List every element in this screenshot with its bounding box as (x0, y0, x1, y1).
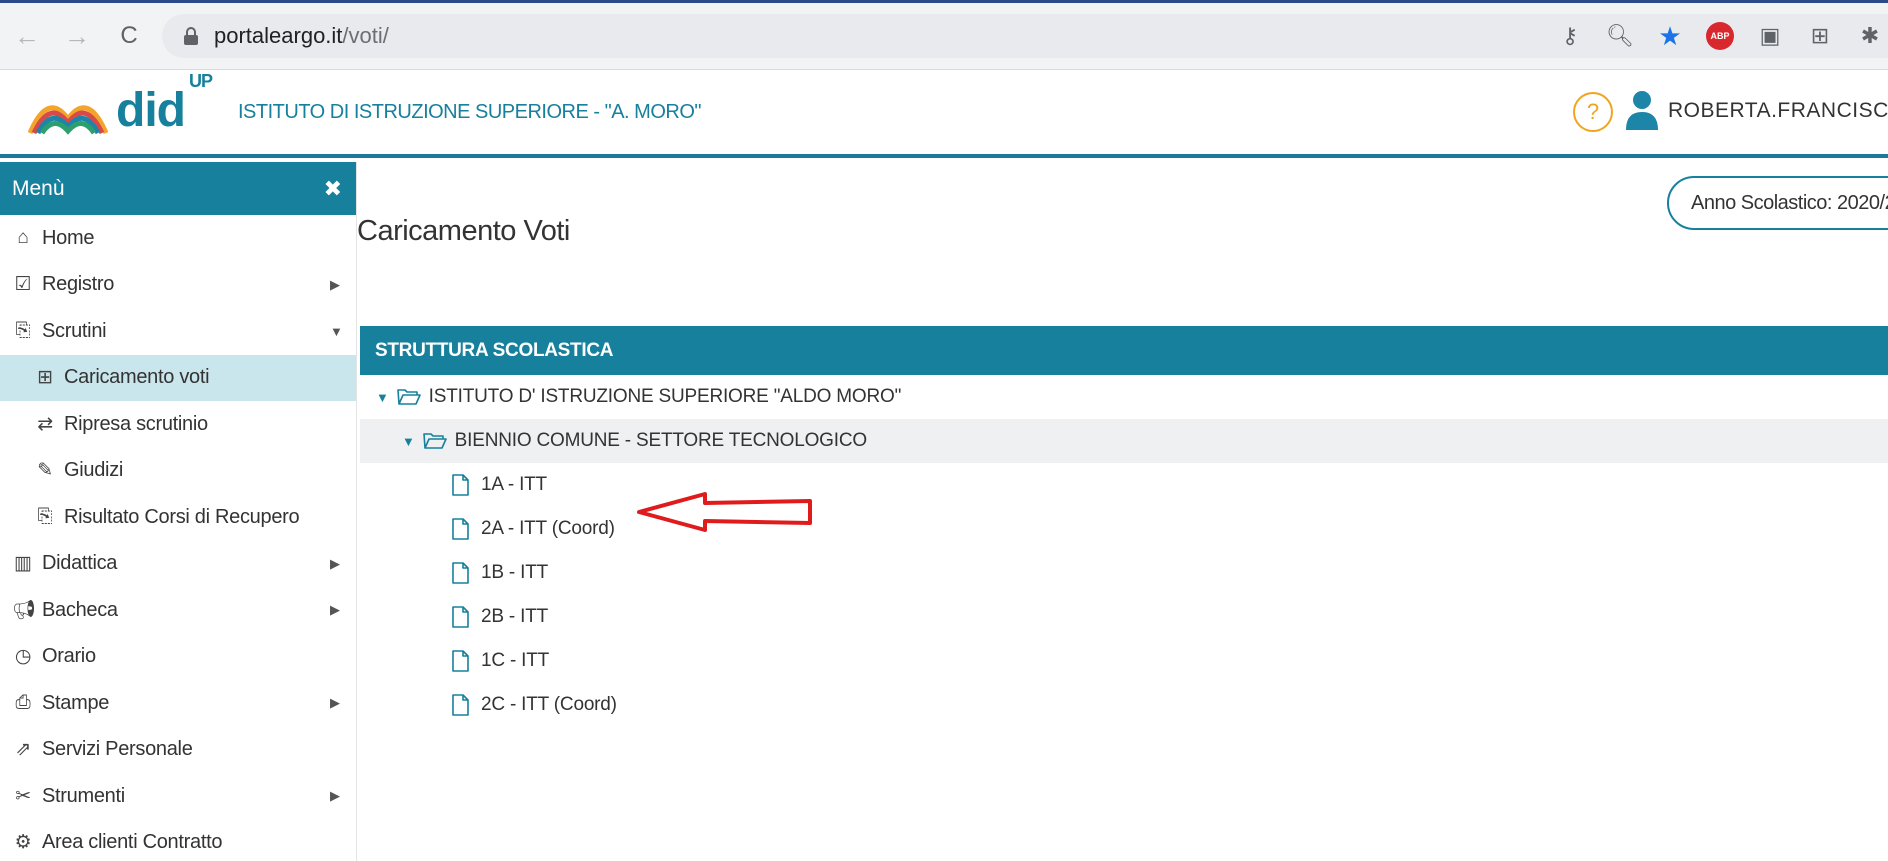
chevron-right-icon: ▶ (330, 788, 340, 804)
folder-open-icon (422, 433, 447, 449)
tree-leaf-class[interactable]: 1A - ITT (360, 463, 1888, 507)
chevron-down-icon: ▼ (330, 323, 343, 339)
puzzle-icon[interactable]: ✱ (1852, 18, 1888, 54)
file-icon (452, 474, 469, 496)
sidebar-item-orario[interactable]: ◷ Orario (0, 634, 356, 681)
back-icon[interactable]: ← (12, 21, 42, 51)
home-icon: ⌂ (17, 227, 29, 249)
sidebar-item-area-clienti[interactable]: ⚙ Area clienti Contratto (0, 820, 356, 861)
exchange-icon: ⇄ (37, 413, 53, 435)
reload-icon[interactable]: C (114, 21, 144, 51)
sidebar-item-giudizi[interactable]: ✎ Giudizi (0, 448, 356, 495)
browser-toolbar: ← → C portaleargo.it/voti/ ⚷ 🔍︎ ★ ABP ▣ … (0, 3, 1888, 70)
file-icon (452, 562, 469, 584)
school-year-button[interactable]: Anno Scolastico: 2020/2021 (1667, 176, 1888, 230)
lock-icon (184, 27, 198, 45)
annotation-arrow-icon (637, 492, 812, 532)
url-text[interactable]: portaleargo.it/voti/ (214, 23, 389, 49)
chevron-right-icon: ▶ (330, 602, 340, 618)
tree-leaf-class[interactable]: 1B - ITT (360, 551, 1888, 595)
sidebar-item-didattica[interactable]: ▥ Didattica ▶ (0, 541, 356, 588)
sidebar-item-corsi-recupero[interactable]: ⎘ Risultato Corsi di Recupero (0, 494, 356, 541)
sidebar: Menù ✖ ⌂ Home ☑ Registro ▶ ⎘ Scrutini ▼ ⊞ Cari… (0, 162, 357, 861)
edit-icon: ✎ (37, 460, 53, 482)
chevron-right-icon: ▶ (330, 555, 340, 571)
sidebar-item-strumenti[interactable]: ✂ Strumenti ▶ (0, 773, 356, 820)
tools-icon: ✂ (15, 785, 31, 807)
screen: ← → C portaleargo.it/voti/ ⚷ 🔍︎ ★ ABP ▣ … (0, 3, 1888, 861)
calendar-check-icon: ☑ (14, 274, 32, 296)
file-icon (452, 518, 469, 540)
user-name[interactable]: ROBERTA.FRANCISCI.SC (1668, 99, 1888, 123)
sidebar-header: Menù ✖ (0, 162, 356, 215)
sidebar-item-scrutini[interactable]: ⎘ Scrutini ▼ (0, 308, 356, 355)
sidebar-item-servizi-personale[interactable]: ⇗ Servizi Personale (0, 727, 356, 774)
folder-open-icon (396, 389, 421, 405)
gear-icon: ⚙ (14, 832, 32, 854)
sidebar-item-stampe[interactable]: ⎙ Stampe ▶ (0, 680, 356, 727)
book-icon: ▥ (14, 553, 32, 575)
address-bar[interactable]: portaleargo.it/voti/ ⚷ 🔍︎ ★ ABP ▣ ⊞ ✱ (162, 14, 1888, 58)
print-icon: ⎙ (15, 692, 31, 714)
file-icon (452, 606, 469, 628)
brand-logo: didUP (116, 70, 213, 137)
clock-icon: ◷ (14, 646, 32, 668)
tree-node-branch[interactable]: ▼ BIENNIO COMUNE - SETTORE TECNOLOGICO (360, 419, 1888, 463)
school-name: ISTITUTO DI ISTRUZIONE SUPERIORE - "A. M… (238, 100, 701, 123)
grid-extension-icon[interactable]: ⊞ (1802, 18, 1838, 54)
logo-icon (28, 105, 108, 135)
caret-down-icon[interactable]: ▼ (376, 390, 389, 405)
sidebar-title: Menù (12, 176, 65, 200)
adblock-icon[interactable]: ABP (1702, 18, 1738, 54)
panel-header: STRUTTURA SCOLASTICA (360, 326, 1888, 375)
sidebar-item-home[interactable]: ⌂ Home (0, 215, 356, 262)
app-header: didUP ISTITUTO DI ISTRUZIONE SUPERIORE -… (0, 70, 1888, 158)
main-content: Caricamento Voti Anno Scolastico: 2020/2… (357, 162, 1888, 861)
key-icon[interactable]: ⚷ (1552, 18, 1588, 54)
forward-icon[interactable]: → (62, 21, 92, 51)
sidebar-item-bacheca[interactable]: 📢︎ Bacheca ▶ (0, 587, 356, 634)
close-icon[interactable]: ✖ (324, 176, 342, 202)
browser-extensions: ⚷ 🔍︎ ★ ABP ▣ ⊞ ✱ (1538, 14, 1888, 58)
sidebar-item-ripresa-scrutinio[interactable]: ⇄ Ripresa scrutinio (0, 401, 356, 448)
zoom-icon[interactable]: 🔍︎ (1602, 18, 1638, 54)
chevron-right-icon: ▶ (330, 276, 340, 292)
sidebar-item-registro[interactable]: ☑ Registro ▶ (0, 262, 356, 309)
tree-leaf-class[interactable]: 2A - ITT (Coord) (360, 507, 1888, 551)
grid-icon: ⊞ (37, 367, 53, 389)
help-button[interactable]: ? (1573, 92, 1613, 132)
share-icon: ⇗ (15, 739, 31, 761)
document-export-icon: ⎘ (15, 320, 31, 342)
sidebar-item-caricamento-voti[interactable]: ⊞ Caricamento voti (0, 354, 356, 401)
extension-icon[interactable]: ▣ (1752, 18, 1788, 54)
bullhorn-icon: 📢︎ (12, 600, 36, 622)
bookmark-star-icon[interactable]: ★ (1652, 18, 1688, 54)
tree-leaf-class[interactable]: 2C - ITT (Coord) (360, 683, 1888, 727)
tree-leaf-class[interactable]: 2B - ITT (360, 595, 1888, 639)
caret-down-icon[interactable]: ▼ (402, 434, 415, 449)
file-icon (452, 694, 469, 716)
tree-leaf-class[interactable]: 1C - ITT (360, 639, 1888, 683)
tree-node-root[interactable]: ▼ ISTITUTO D' ISTRUZIONE SUPERIORE "ALDO… (360, 375, 1888, 419)
document-export-icon: ⎘ (37, 506, 53, 528)
file-icon (452, 650, 469, 672)
chevron-right-icon: ▶ (330, 695, 340, 711)
page-title: Caricamento Voti (357, 215, 570, 247)
user-icon (1626, 91, 1658, 130)
